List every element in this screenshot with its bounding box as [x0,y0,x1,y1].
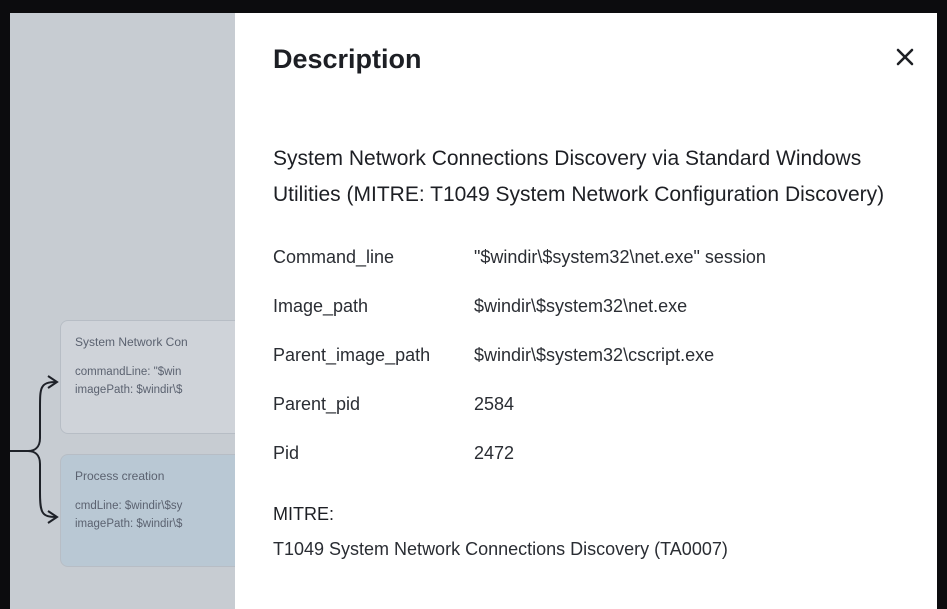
event-card-line: cmdLine: $windir\$sy [75,500,183,512]
detail-row-parent-pid: Parent_pid 2584 [273,380,893,429]
mitre-label: MITRE: [273,504,334,524]
detail-value: "$windir\$system32\net.exe" session [474,247,766,267]
detail-row-command-line: Command_line "$windir\$system32\net.exe"… [273,233,893,282]
detail-value: 2584 [474,394,515,414]
detail-row-pid: Pid 2472 [273,429,893,478]
event-card-line: imagePath: $windir\$ [75,384,183,396]
detail-value: $windir\$system32\cscript.exe [474,345,715,365]
detail-key: Command_line [273,247,395,267]
mitre-technique: T1049 System Network Connections Discove… [273,539,728,559]
detail-row-parent-image-path: Parent_image_path $windir\$system32\cscr… [273,331,893,380]
alert-name: System Network Connections Discovery via… [273,147,885,206]
close-icon [896,48,914,66]
detail-key: Image_path [273,296,369,316]
background-graph: System Network Con commandLine: "$win im… [10,13,270,609]
detail-value: $windir\$system32\net.exe [474,296,688,316]
event-card-title: System Network Con [75,335,188,349]
panel-title: Description [273,44,422,74]
detail-key: Parent_pid [273,394,361,414]
event-card-line: commandLine: "$win [75,366,182,378]
detail-row-image-path: Image_path $windir\$system32\net.exe [273,282,893,331]
app-window: System Network Con commandLine: "$win im… [10,13,937,609]
event-card-line: imagePath: $windir\$ [75,518,183,530]
event-card-title: Process creation [75,469,165,483]
detail-key: Parent_image_path [273,345,431,365]
description-panel: Description System Network Connections D… [235,13,937,609]
detail-key: Pid [273,443,300,463]
close-button[interactable] [889,41,921,73]
details-table: Command_line "$windir\$system32\net.exe"… [273,233,893,478]
detail-value: 2472 [474,443,515,463]
